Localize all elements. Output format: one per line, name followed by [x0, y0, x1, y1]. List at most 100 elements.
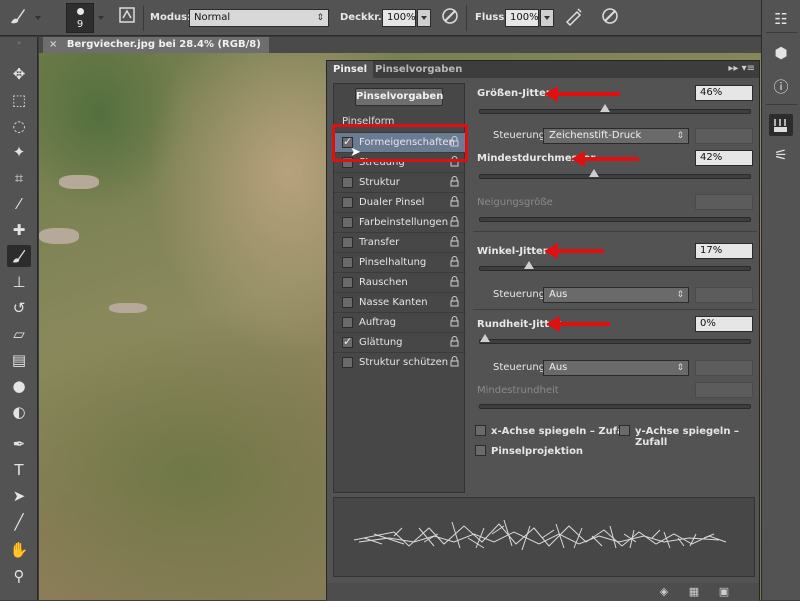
- brush-setting-label: Rauschen: [359, 277, 408, 288]
- brush-tool-icon[interactable]: [7, 245, 31, 267]
- brush-setting-item[interactable]: Struktur: [334, 172, 466, 192]
- min-diameter-field[interactable]: 42%: [695, 150, 753, 166]
- brush-setting-item[interactable]: Farbeinstellungen: [334, 212, 466, 232]
- min-diameter-slider[interactable]: [479, 169, 751, 179]
- size-jitter-slider[interactable]: [479, 104, 751, 114]
- eyedropper-tool-icon[interactable]: ⁄: [7, 193, 31, 215]
- eraser-tool-icon[interactable]: ▱: [7, 323, 31, 345]
- panel-menu-icon[interactable]: ▸▸ ▾≡: [728, 63, 755, 74]
- magic-wand-tool-icon[interactable]: ✦: [7, 141, 31, 163]
- brush-setting-checkbox[interactable]: [342, 197, 353, 208]
- brush-setting-checkbox[interactable]: [342, 335, 353, 348]
- type-tool-icon[interactable]: T: [7, 459, 31, 481]
- brush-preset-picker[interactable]: 9: [66, 3, 94, 33]
- toggle-live-tip-icon[interactable]: ◈: [657, 585, 671, 599]
- brush-presets-button[interactable]: Pinselvorgaben: [355, 88, 443, 106]
- slider-thumb[interactable]: [599, 104, 610, 112]
- slider-thumb[interactable]: [589, 169, 600, 177]
- lock-icon[interactable]: [450, 356, 460, 368]
- collapse-toolbar-icon[interactable]: »: [4, 39, 34, 47]
- mode-value: Normal: [194, 12, 231, 23]
- pressure-size-icon[interactable]: [598, 6, 622, 30]
- hand-tool-icon[interactable]: ✋: [7, 539, 31, 561]
- brush-setting-checkbox[interactable]: [342, 177, 353, 188]
- lock-icon[interactable]: [450, 236, 460, 248]
- history-brush-tool-icon[interactable]: ↺: [7, 297, 31, 319]
- lock-icon[interactable]: [450, 256, 460, 268]
- brush-setting-checkbox[interactable]: [342, 277, 353, 288]
- info-icon[interactable]: ⓘ: [769, 76, 793, 98]
- size-control-select[interactable]: Zeichenstift-Druck: [543, 128, 689, 144]
- brush-setting-checkbox[interactable]: [342, 357, 353, 368]
- brush-setting-item[interactable]: Dualer Pinsel: [334, 192, 466, 212]
- angle-control-select[interactable]: Aus: [543, 287, 689, 303]
- airbrush-icon[interactable]: [562, 6, 586, 30]
- brush-preset-dropdown[interactable]: [95, 10, 109, 28]
- angle-jitter-field[interactable]: 17%: [695, 243, 753, 259]
- brush-setting-checkbox[interactable]: [342, 237, 353, 248]
- angle-jitter-slider[interactable]: [479, 261, 751, 271]
- tool-preset-dropdown[interactable]: [32, 10, 46, 28]
- gradient-tool-icon[interactable]: ▤: [7, 349, 31, 371]
- brush-panel-toggle-icon[interactable]: [115, 6, 139, 30]
- lock-icon[interactable]: [450, 276, 460, 288]
- crop-tool-icon[interactable]: ⌗: [7, 167, 31, 189]
- lock-icon[interactable]: [450, 176, 460, 188]
- lock-icon[interactable]: [450, 336, 460, 348]
- lasso-tool-icon[interactable]: ◌: [7, 115, 31, 137]
- dodge-tool-icon[interactable]: ◐: [7, 401, 31, 423]
- tab-brush[interactable]: Pinsel: [327, 61, 374, 78]
- brush-setting-checkbox[interactable]: [342, 297, 353, 308]
- lock-icon[interactable]: [450, 196, 460, 208]
- brush-setting-item[interactable]: Rauschen: [334, 272, 466, 292]
- flip-x-checkbox[interactable]: [475, 425, 486, 436]
- tab-brush-presets[interactable]: Pinselvorgaben: [369, 61, 468, 78]
- zoom-tool-icon[interactable]: ⚲: [7, 565, 31, 587]
- document-tab[interactable]: × Bergviecher.jpg bei 28.4% (RGB/8): [43, 37, 269, 53]
- new-preset-icon[interactable]: ▣: [717, 585, 731, 599]
- brush-setting-checkbox[interactable]: [342, 257, 353, 268]
- grid-icon[interactable]: ▦: [687, 585, 701, 599]
- lock-icon[interactable]: [450, 216, 460, 228]
- pressure-opacity-icon[interactable]: [438, 6, 462, 30]
- brush-panel-icon[interactable]: [769, 114, 793, 136]
- brush-setting-item[interactable]: Struktur schützen: [334, 352, 466, 372]
- right-dock: ☷ ⬢ ⓘ ⚟: [761, 0, 800, 600]
- separator: [766, 32, 797, 33]
- slider-thumb[interactable]: [524, 261, 535, 269]
- roundness-control-select[interactable]: Aus: [543, 360, 689, 376]
- close-tab-icon[interactable]: ×: [49, 39, 57, 50]
- clone-source-icon[interactable]: ⚟: [769, 144, 793, 166]
- history-icon[interactable]: ☷: [769, 8, 793, 30]
- lock-icon[interactable]: [450, 316, 460, 328]
- lock-icon[interactable]: [450, 296, 460, 308]
- mode-select[interactable]: Normal ⇕: [189, 9, 329, 27]
- brush-tool-icon[interactable]: [6, 6, 30, 30]
- blur-tool-icon[interactable]: ●: [7, 375, 31, 397]
- pen-tool-icon[interactable]: ✒: [7, 433, 31, 455]
- move-tool-icon[interactable]: ✥: [7, 63, 31, 85]
- brush-setting-item[interactable]: Auftrag: [334, 312, 466, 332]
- path-selection-tool-icon[interactable]: ➤: [7, 485, 31, 507]
- size-jitter-field[interactable]: 46%: [695, 85, 753, 101]
- opacity-field[interactable]: 100%: [382, 9, 416, 27]
- roundness-jitter-field[interactable]: 0%: [695, 316, 753, 332]
- healing-brush-tool-icon[interactable]: ✚: [7, 219, 31, 241]
- slider-thumb[interactable]: [480, 334, 490, 342]
- brush-setting-item[interactable]: Transfer: [334, 232, 466, 252]
- stamp-tool-icon[interactable]: ⊥: [7, 271, 31, 293]
- brush-setting-item[interactable]: Glättung: [334, 332, 466, 352]
- flip-y-checkbox[interactable]: [619, 425, 630, 436]
- roundness-jitter-slider[interactable]: [479, 334, 751, 344]
- brush-setting-item[interactable]: Nasse Kanten: [334, 292, 466, 312]
- brush-setting-checkbox[interactable]: [342, 217, 353, 228]
- flow-field[interactable]: 100%: [505, 9, 539, 27]
- marquee-tool-icon[interactable]: ⬚: [7, 89, 31, 111]
- brush-setting-item[interactable]: Pinselhaltung: [334, 252, 466, 272]
- flow-dropdown[interactable]: [540, 9, 554, 27]
- 3d-cube-icon[interactable]: ⬢: [769, 42, 793, 64]
- line-tool-icon[interactable]: ╱: [7, 511, 31, 533]
- opacity-dropdown[interactable]: [417, 9, 431, 27]
- brush-projection-checkbox[interactable]: [475, 445, 486, 456]
- brush-setting-checkbox[interactable]: [342, 317, 353, 328]
